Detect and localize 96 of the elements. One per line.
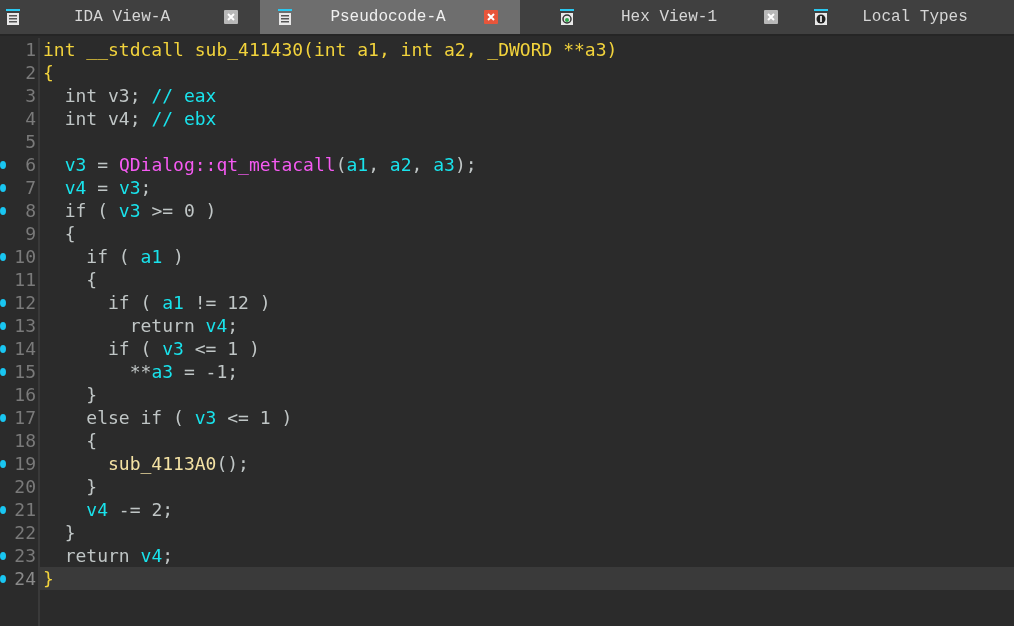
code-line: v4 -= 2; <box>85 499 174 520</box>
code-line: sub_4113A0(); <box>107 453 249 474</box>
code-line: int v3; // eax <box>63 85 217 106</box>
line-number: 19 <box>14 453 36 474</box>
line-number: 17 <box>14 407 36 428</box>
code-line: } <box>43 568 54 589</box>
editor-row[interactable]: 8 if ( v3 >= 0 ) <box>0 199 1014 222</box>
breakpoint-dot[interactable] <box>0 183 6 192</box>
listing-icon <box>278 9 292 25</box>
code-line: } <box>85 384 98 405</box>
code-line: } <box>63 522 76 543</box>
code-line: if ( v3 <= 1 ) <box>107 338 260 359</box>
gauge-icon <box>560 9 574 25</box>
code-line: if ( v3 >= 0 ) <box>63 200 217 221</box>
editor-row[interactable]: 19 sub_4113A0(); <box>0 452 1014 475</box>
breakpoint-dot[interactable] <box>0 413 6 422</box>
line-number: 4 <box>25 108 36 129</box>
line-number: 22 <box>14 522 36 543</box>
tab-label: Local Types <box>861 8 969 26</box>
close-icon[interactable] <box>484 10 498 24</box>
breakpoint-dot[interactable] <box>0 344 6 353</box>
breakpoint-dot[interactable] <box>0 505 6 514</box>
editor-row[interactable]: 24 } <box>0 567 1014 590</box>
code-line: { <box>43 62 54 83</box>
line-number: 18 <box>14 430 36 451</box>
code-line: return v4; <box>63 545 174 566</box>
editor-row[interactable]: 4 int v4; // ebx <box>0 107 1014 130</box>
line-number: 11 <box>14 269 36 290</box>
editor-row[interactable]: 17 else if ( v3 <= 1 ) <box>0 406 1014 429</box>
line-number: 1 <box>25 39 36 60</box>
editor-row[interactable]: 10 if ( a1 ) <box>0 245 1014 268</box>
view-tab[interactable]: Hex View-1 <box>520 0 800 34</box>
code-line: if ( a1 ) <box>85 246 184 267</box>
line-number: 23 <box>14 545 36 566</box>
code-line: if ( a1 != 12 ) <box>107 292 271 313</box>
code-line: else if ( v3 <= 1 ) <box>85 407 293 428</box>
line-number: 12 <box>14 292 36 313</box>
editor-row[interactable]: 16 } <box>0 383 1014 406</box>
listing-icon <box>6 9 20 25</box>
code-line: } <box>85 476 98 497</box>
breakpoint-dot[interactable] <box>0 367 6 376</box>
editor-row[interactable]: 22 } <box>0 521 1014 544</box>
breakpoint-dot[interactable] <box>0 459 6 468</box>
code-line: **a3 = -1; <box>128 361 239 382</box>
code-line: { <box>63 223 76 244</box>
info-icon <box>814 9 828 25</box>
editor-row[interactable]: 15 **a3 = -1; <box>0 360 1014 383</box>
line-number: 9 <box>25 223 36 244</box>
code-line: int __stdcall sub_411430(int a1, int a2, _DWORD **a3) <box>43 39 618 60</box>
breakpoint-dot[interactable] <box>0 574 6 583</box>
line-number: 20 <box>14 476 36 497</box>
editor-row[interactable]: 6 v3 = QDialog::qt_metacall(a1, a2, a3); <box>0 153 1014 176</box>
editor-row[interactable]: 18 { <box>0 429 1014 452</box>
line-number: 21 <box>14 499 36 520</box>
editor-row[interactable]: 1 int __stdcall sub_411430(int a1, int a2, _DWORD **a3) <box>0 38 1014 61</box>
line-number: 24 <box>14 568 36 589</box>
editor-row[interactable]: 2 { <box>0 61 1014 84</box>
line-number: 8 <box>25 200 36 221</box>
code-line: return v4; <box>128 315 239 336</box>
breakpoint-dot[interactable] <box>0 321 6 330</box>
editor-row[interactable]: 14 if ( v3 <= 1 ) <box>0 337 1014 360</box>
line-number: 2 <box>25 62 36 83</box>
breakpoint-dot[interactable] <box>0 160 6 169</box>
breakpoint-dot[interactable] <box>0 206 6 215</box>
editor-row[interactable]: 7 v4 = v3; <box>0 176 1014 199</box>
line-number: 16 <box>14 384 36 405</box>
tab-label: IDA View-A <box>73 8 171 26</box>
tab-label: Hex View-1 <box>620 8 718 26</box>
breakpoint-dot[interactable] <box>0 551 6 560</box>
line-number: 5 <box>25 131 36 152</box>
code-line: { <box>85 269 98 290</box>
editor-row[interactable]: 3 int v3; // eax <box>0 84 1014 107</box>
editor-row[interactable]: 12 if ( a1 != 12 ) <box>0 291 1014 314</box>
line-number: 6 <box>25 154 36 175</box>
editor-row[interactable]: 20 } <box>0 475 1014 498</box>
line-number: 10 <box>14 246 36 267</box>
view-tab[interactable]: Pseudocode-A <box>260 0 520 34</box>
breakpoint-dot[interactable] <box>0 298 6 307</box>
line-number: 15 <box>14 361 36 382</box>
code-line: { <box>85 430 98 451</box>
editor-row[interactable]: 13 return v4; <box>0 314 1014 337</box>
editor-row[interactable]: 11 { <box>0 268 1014 291</box>
line-number: 14 <box>14 338 36 359</box>
view-tab[interactable]: IDA View-A <box>0 0 260 34</box>
code-line: v3 = QDialog::qt_metacall(a1, a2, a3); <box>63 154 477 175</box>
line-number: 13 <box>14 315 36 336</box>
editor-row[interactable]: 23 return v4; <box>0 544 1014 567</box>
breakpoint-dot[interactable] <box>0 252 6 261</box>
tab-label: Pseudocode-A <box>329 8 447 26</box>
line-number: 3 <box>25 85 36 106</box>
view-tab[interactable]: Local Types <box>800 0 1014 34</box>
editor-row[interactable]: 21 v4 -= 2; <box>0 498 1014 521</box>
editor-row[interactable]: 9 { <box>0 222 1014 245</box>
line-number: 7 <box>25 177 36 198</box>
code-line: v4 = v3; <box>63 177 152 198</box>
code-line: int v4; // ebx <box>63 108 217 129</box>
